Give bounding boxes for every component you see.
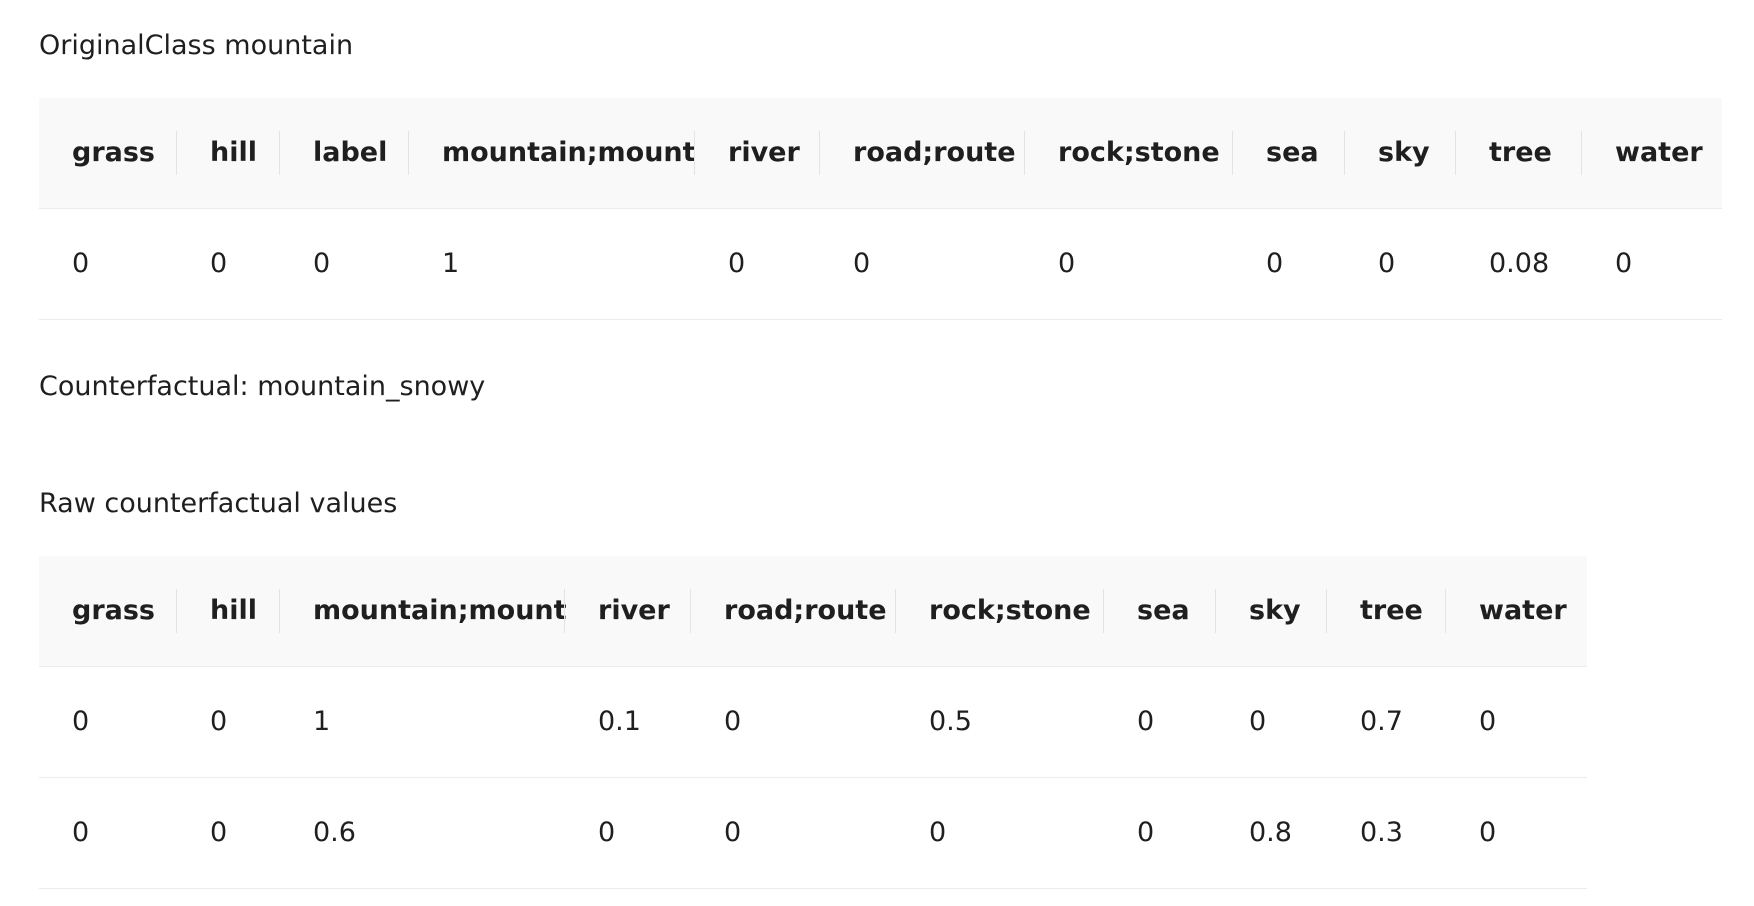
table-cell: 0 xyxy=(1216,666,1327,778)
column-header: sky xyxy=(1216,556,1327,667)
table-cell: 0 xyxy=(39,666,177,778)
column-header-label: rock;stone xyxy=(929,595,1091,627)
column-header: mountain;mount xyxy=(409,98,696,209)
table-cell: 0.3 xyxy=(1327,777,1446,889)
table-cell: 0 xyxy=(691,666,896,778)
column-header-label: road;route xyxy=(724,595,887,627)
column-header-label: sea xyxy=(1266,137,1319,169)
column-header-label: water xyxy=(1479,595,1567,627)
table-cell: 0.08 xyxy=(1456,208,1582,320)
table-cell: 0 xyxy=(1025,208,1233,320)
column-header-label: sea xyxy=(1137,595,1190,627)
column-header: road;route xyxy=(820,98,1025,209)
original-class-heading: OriginalClass mountain xyxy=(39,30,354,61)
column-header: grass xyxy=(39,98,177,209)
table-cell: 0 xyxy=(1446,666,1587,778)
raw-values-heading: Raw counterfactual values xyxy=(39,488,398,519)
raw-counterfactual-table: grass hill mountain;mount river road;route ro… xyxy=(39,556,1587,889)
table-header-row: grass hill label mountain;mount river road;ro… xyxy=(39,98,1722,209)
table-cell: 0.7 xyxy=(1327,666,1446,778)
column-header: sea xyxy=(1233,98,1345,209)
table-row: 0 0 0.6 0 0 0 0 0.8 0.3 0 xyxy=(39,777,1587,889)
column-header-label: road;route xyxy=(853,137,1016,169)
table-cell: 0 xyxy=(1104,666,1216,778)
column-header: sea xyxy=(1104,556,1216,667)
column-header: grass xyxy=(39,556,177,667)
table-cell: 0 xyxy=(820,208,1025,320)
column-header-label: sky xyxy=(1249,595,1301,627)
table-cell: 0 xyxy=(1446,777,1587,889)
column-header: mountain;mount xyxy=(280,556,567,667)
column-header-label: grass xyxy=(72,595,156,627)
column-header-label: river xyxy=(728,137,800,169)
table-row: 0 0 0 1 0 0 0 0 0 0.08 0 xyxy=(39,208,1722,320)
column-header: water xyxy=(1582,98,1722,209)
table-cell: 0.8 xyxy=(1216,777,1327,889)
column-header: water xyxy=(1446,556,1587,667)
column-header-label: hill xyxy=(210,595,257,627)
table-cell: 0 xyxy=(565,777,691,889)
column-header-label: water xyxy=(1615,137,1703,169)
table-cell: 0 xyxy=(1104,777,1216,889)
column-header-label: river xyxy=(598,595,670,627)
column-header: river xyxy=(565,556,691,667)
table-cell: 0.6 xyxy=(280,777,565,889)
table-cell: 0 xyxy=(695,208,820,320)
column-header: sky xyxy=(1345,98,1456,209)
column-header: hill xyxy=(177,556,280,667)
table-cell: 0 xyxy=(177,666,280,778)
column-header: tree xyxy=(1327,556,1446,667)
column-header: tree xyxy=(1456,98,1582,209)
column-header-label: grass xyxy=(72,137,156,169)
column-header: label xyxy=(280,98,409,209)
table-cell: 0 xyxy=(1233,208,1345,320)
table-cell: 0 xyxy=(896,777,1104,889)
column-header-label: mountain;mount xyxy=(442,137,696,169)
table-cell: 0 xyxy=(280,208,409,320)
table-cell: 0 xyxy=(691,777,896,889)
table-cell: 0.5 xyxy=(896,666,1104,778)
column-header-label: mountain;mount xyxy=(313,595,567,627)
original-class-table: grass hill label mountain;mount river road;ro… xyxy=(39,98,1722,320)
column-header: rock;stone xyxy=(1025,98,1233,209)
column-header-label: tree xyxy=(1489,137,1552,169)
column-header: river xyxy=(695,98,820,209)
table-cell: 0 xyxy=(1582,208,1722,320)
table-header-row: grass hill mountain;mount river road;route ro… xyxy=(39,556,1587,667)
column-header: rock;stone xyxy=(896,556,1104,667)
table-cell: 0.1 xyxy=(565,666,691,778)
column-header-label: sky xyxy=(1378,137,1430,169)
column-header-label: label xyxy=(313,137,388,169)
table-cell: 0 xyxy=(177,777,280,889)
column-header-label: hill xyxy=(210,137,257,169)
column-header-label: rock;stone xyxy=(1058,137,1220,169)
column-header-label: tree xyxy=(1360,595,1423,627)
column-header: hill xyxy=(177,98,280,209)
table-row: 0 0 1 0.1 0 0.5 0 0 0.7 0 xyxy=(39,666,1587,778)
table-cell: 1 xyxy=(409,208,695,320)
table-cell: 0 xyxy=(39,777,177,889)
table-cell: 1 xyxy=(280,666,565,778)
column-header: road;route xyxy=(691,556,896,667)
counterfactual-heading: Counterfactual: mountain_snowy xyxy=(39,371,486,402)
table-cell: 0 xyxy=(39,208,177,320)
table-cell: 0 xyxy=(177,208,280,320)
table-cell: 0 xyxy=(1345,208,1456,320)
